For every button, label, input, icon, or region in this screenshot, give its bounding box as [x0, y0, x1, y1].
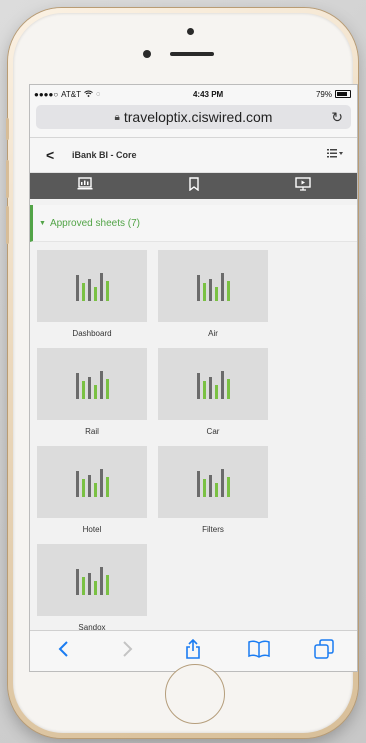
toolbar-sheets-button[interactable] — [55, 173, 115, 199]
sheet-label: Hotel — [82, 525, 102, 534]
app-title: iBank BI - Core — [72, 150, 137, 160]
sheet-thumbnail — [158, 446, 268, 518]
lock-icon: 🔒︎ — [114, 111, 120, 123]
presentation-icon — [294, 176, 311, 196]
sheet-label: Car — [206, 427, 220, 436]
reload-icon[interactable]: ↻ — [331, 109, 343, 126]
sync-icon: ◌ — [96, 90, 101, 98]
sheet-tile-rail[interactable]: Rail — [37, 348, 147, 442]
earpiece-speaker — [170, 52, 214, 56]
bar-chart-icon — [196, 467, 230, 497]
browser-back-icon[interactable] — [43, 640, 83, 663]
sheet-tile-car[interactable]: Car — [158, 348, 268, 442]
phone-screen: ●●●●○ AT&T ◌ 4:43 PM 79% 🔒︎ traveloptix.… — [29, 84, 358, 672]
sheet-thumbnail — [37, 544, 147, 616]
sheet-thumbnail — [158, 250, 268, 322]
approved-sheets-header[interactable]: ▼ Approved sheets (7) — [30, 205, 357, 242]
status-right: 79% — [316, 90, 351, 99]
list-menu-icon[interactable] — [327, 149, 343, 161]
sheet-tile-dashboard[interactable]: Dashboard — [37, 250, 147, 344]
phone-volume-down — [6, 206, 9, 244]
carrier-label: AT&T — [61, 89, 82, 99]
approved-sheets-title: Approved sheets (7) — [49, 217, 140, 229]
status-left: ●●●●○ AT&T ◌ — [34, 90, 100, 99]
browser-forward-icon[interactable] — [108, 640, 148, 663]
phone-volume-up — [6, 160, 9, 198]
status-bar: ●●●●○ AT&T ◌ 4:43 PM 79% — [30, 85, 357, 103]
bar-chart-icon — [75, 565, 109, 595]
sheet-toolbar — [30, 173, 357, 199]
toolbar-stories-button[interactable] — [273, 173, 333, 199]
wifi-icon — [84, 90, 93, 99]
sheet-tile-sandox[interactable]: Sandox — [37, 544, 147, 638]
phone-camera-dot — [187, 28, 194, 35]
bar-chart-icon — [75, 467, 109, 497]
share-icon[interactable] — [173, 638, 213, 664]
bar-chart-icon — [75, 271, 109, 301]
front-camera — [143, 50, 151, 58]
collapse-triangle-icon: ▼ — [39, 219, 46, 227]
url-text[interactable]: traveloptix.ciswired.com — [124, 109, 273, 125]
phone-home-button[interactable] — [165, 664, 225, 724]
back-chevron-icon[interactable]: < — [46, 147, 62, 163]
phone-side-button — [6, 118, 9, 140]
battery-percent: 79% — [315, 89, 332, 99]
sheet-thumbnail — [158, 348, 268, 420]
tabs-icon[interactable] — [304, 638, 344, 664]
status-time: 4:43 PM — [192, 89, 224, 99]
url-bar[interactable]: 🔒︎ traveloptix.ciswired.com ↻ — [36, 105, 351, 129]
toolbar-bookmarks-button[interactable] — [164, 173, 224, 199]
sheets-icon — [77, 176, 93, 196]
bookmark-icon — [188, 176, 199, 196]
sheet-label: Air — [208, 329, 218, 338]
sheet-grid: Dashboard Air Rail Car Hotel Filters San… — [30, 242, 357, 638]
sheet-tile-air[interactable]: Air — [158, 250, 268, 344]
bar-chart-icon — [196, 369, 230, 399]
signal-icon: ●●●●○ — [34, 89, 59, 99]
battery-icon — [334, 90, 351, 98]
bar-chart-icon — [196, 271, 230, 301]
sheet-label: Dashboard — [72, 329, 112, 338]
sheet-thumbnail — [37, 250, 147, 322]
sheet-tile-filters[interactable]: Filters — [158, 446, 268, 540]
url-bar-container: 🔒︎ traveloptix.ciswired.com ↻ — [30, 103, 357, 138]
sheet-tile-hotel[interactable]: Hotel — [37, 446, 147, 540]
sheet-label: Filters — [202, 525, 224, 534]
bar-chart-icon — [75, 369, 109, 399]
sheet-thumbnail — [37, 446, 147, 518]
app-header: < iBank BI - Core — [30, 138, 357, 173]
sheet-thumbnail — [37, 348, 147, 420]
sheet-label: Rail — [85, 427, 99, 436]
bookmarks-book-icon[interactable] — [239, 639, 279, 663]
